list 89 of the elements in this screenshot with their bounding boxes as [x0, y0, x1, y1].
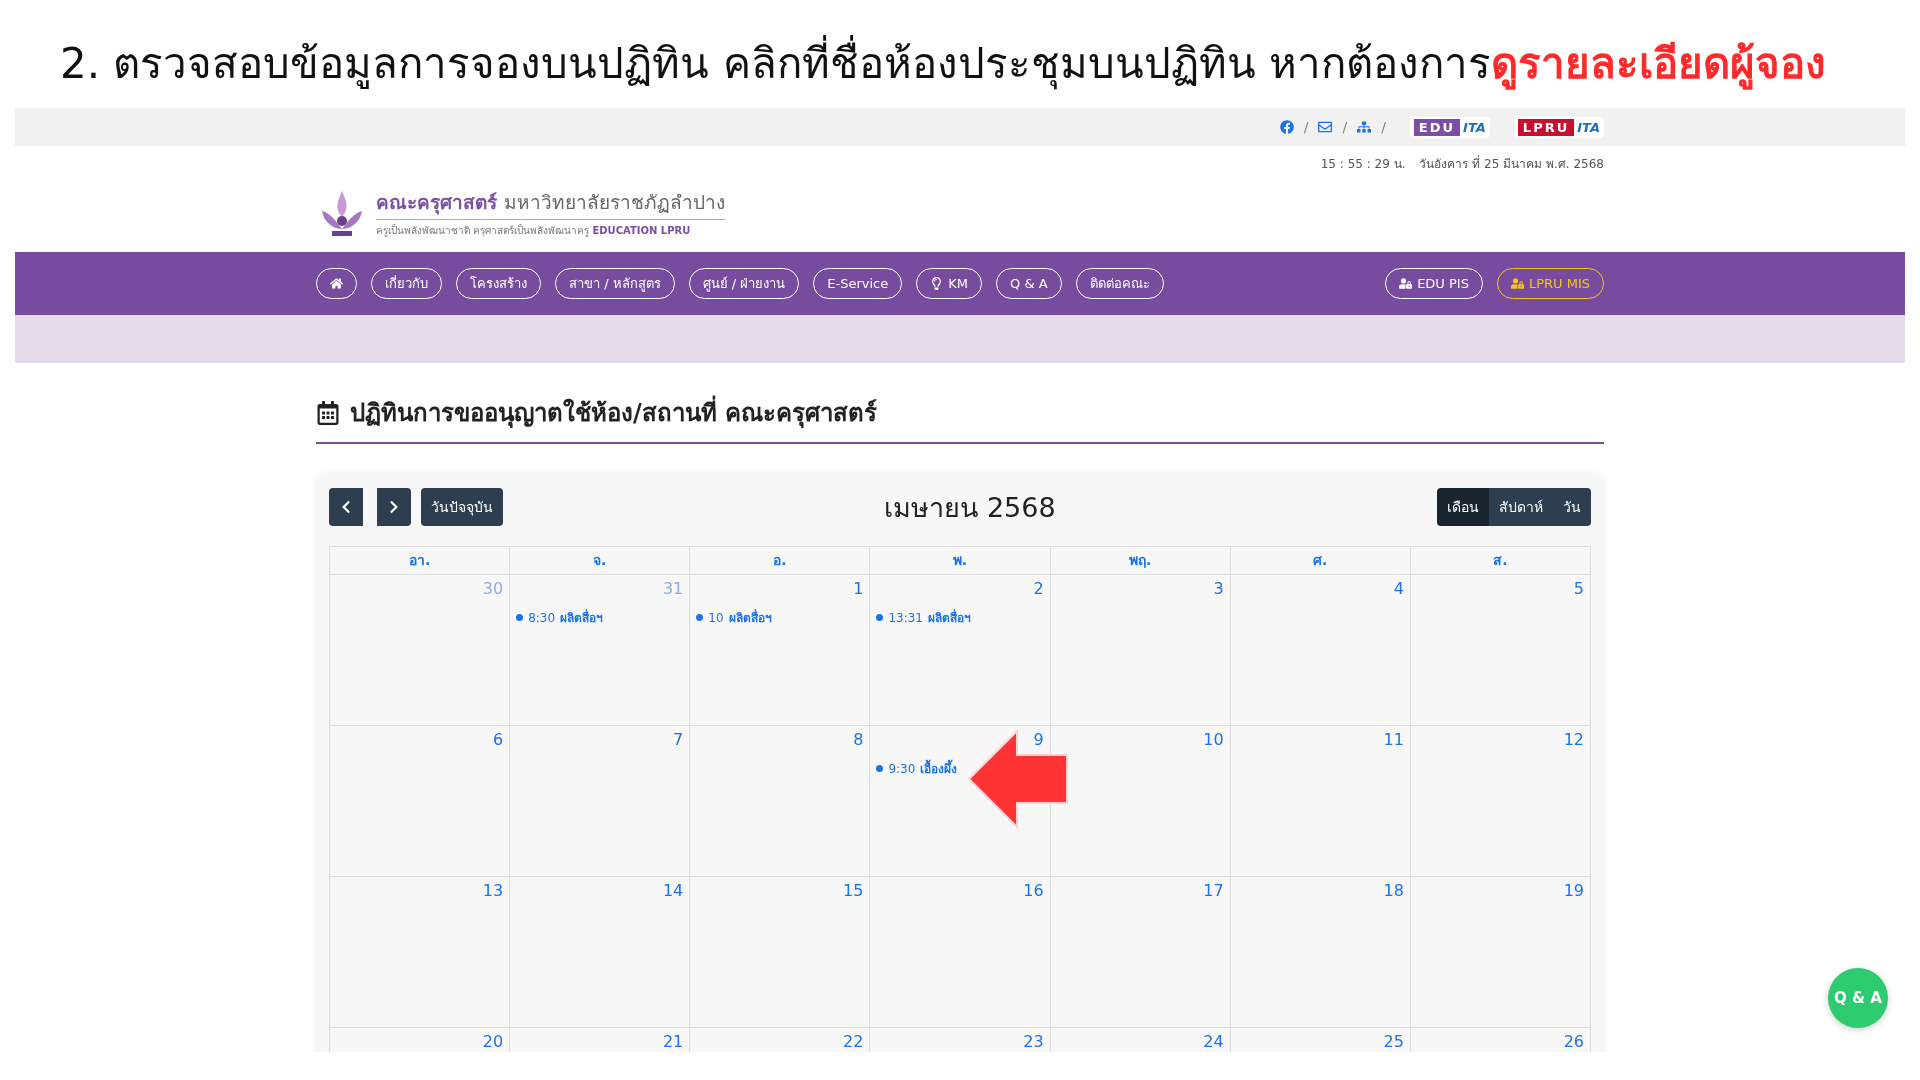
faculty-name: คณะครุศาสตร์ มหาวิทยาลัยราชภัฏลำปาง [376, 187, 725, 220]
next-button[interactable] [377, 488, 411, 526]
day-number: 9 [1033, 730, 1044, 749]
previous-button[interactable] [329, 488, 363, 526]
day-cell[interactable]: 4 [1230, 575, 1411, 726]
weekday-header: จ. [510, 547, 691, 575]
calendar-icon [316, 400, 340, 425]
sitemap-icon[interactable] [1357, 120, 1372, 134]
day-number: 30 [482, 579, 504, 598]
day-cell[interactable]: 1 10 ผลิตสื่อฯ [690, 575, 871, 726]
user-lock-icon [1399, 277, 1413, 290]
day-number: 2 [1033, 579, 1044, 598]
day-number: 5 [1573, 579, 1584, 598]
view-tab[interactable]: สัปดาห์ [1489, 488, 1553, 526]
day-number: 15 [843, 881, 864, 900]
day-number: 20 [482, 1032, 504, 1051]
day-number: 1 [853, 579, 864, 598]
day-number: 13 [482, 881, 504, 900]
page-title: ปฏิทินการขออนุญาตใช้ห้อง/สถานที่ คณะครุศาสตร์ [350, 393, 878, 432]
day-number: 17 [1203, 881, 1224, 900]
day-cell[interactable]: 21 [510, 1028, 691, 1052]
day-cell[interactable]: 17 [1050, 877, 1231, 1028]
day-cell[interactable]: 12 [1410, 726, 1591, 877]
day-cell[interactable]: 15 [690, 877, 871, 1028]
day-number: 10 [1203, 730, 1224, 749]
day-number: 11 [1383, 730, 1404, 749]
faculty-tagline: ครูเป็นพลังพัฒนาชาติ ครุศาสตร์เป็นพลังพัฒนาครู EDUCATION LPRU [376, 223, 692, 238]
day-number: 21 [662, 1032, 684, 1051]
separator-text: / [1381, 119, 1386, 135]
day-cell[interactable]: 2 13:31 ผลิตสื่อฯ [870, 575, 1051, 726]
day-cell[interactable]: 20 [330, 1028, 511, 1052]
weekday-header: ส. [1410, 547, 1591, 575]
day-number: 22 [843, 1032, 864, 1051]
day-number: 3 [1213, 579, 1224, 598]
view-tab[interactable]: วัน [1553, 488, 1591, 526]
weekday-header: อา. [330, 547, 511, 575]
day-number: 26 [1563, 1032, 1584, 1051]
day-cell[interactable]: 23 [870, 1028, 1051, 1052]
calendar-event[interactable]: 13:31 ผลิตสื่อฯ [876, 608, 971, 627]
day-number: 14 [662, 881, 684, 900]
calendar-event[interactable]: 9:30 เอื้องผึ้ง [876, 759, 958, 778]
day-cell[interactable]: 22 [690, 1028, 871, 1052]
day-number: 25 [1383, 1032, 1404, 1051]
day-number: 7 [673, 730, 684, 749]
day-number: 18 [1383, 881, 1404, 900]
day-number: 8 [853, 730, 864, 749]
separator-text: / [1342, 119, 1348, 135]
instruction-text: 2. ตรวจสอบข้อมูลการจองบนปฏิทิน คลิกที่ชื่อห้องประชุมบนปฏิทิน หากต้องการดูรายละเอียดผู้จอง [0, 0, 1920, 108]
day-number: 16 [1023, 881, 1044, 900]
ita-badge[interactable]: EDU ITA [1409, 116, 1490, 138]
view-tab[interactable]: เดือน [1437, 488, 1489, 526]
day-cell[interactable]: 11 [1230, 726, 1411, 877]
day-number: 6 [492, 730, 504, 749]
clock-text: 15 : 55 : 29 น. วันอังคาร ที่ 25 มีนาคม พ.ศ. 2568 [1320, 154, 1604, 173]
day-cell[interactable]: 5 [1410, 575, 1591, 726]
separator-text: / [1303, 119, 1309, 135]
day-number: 31 [662, 579, 684, 598]
day-cell[interactable]: 18 [1230, 877, 1411, 1028]
day-cell[interactable]: 25 [1230, 1028, 1411, 1052]
day-number: 4 [1393, 579, 1404, 598]
home-icon [330, 277, 343, 290]
day-cell[interactable]: 8 [690, 726, 871, 877]
weekday-header: อ. [690, 547, 871, 575]
facebook-icon[interactable] [1279, 120, 1294, 134]
calendar-event[interactable]: 10 ผลิตสื่อฯ [696, 608, 772, 627]
day-cell[interactable]: 3 [1050, 575, 1231, 726]
lightbulb-icon [930, 277, 944, 290]
today-button[interactable]: วันปัจจุบัน [421, 488, 503, 526]
weekday-header: พฤ. [1050, 547, 1231, 575]
day-cell[interactable]: 6 [330, 726, 511, 877]
month-title: เมษายน 2568 [883, 490, 1057, 525]
day-number: 23 [1023, 1032, 1044, 1051]
user-lock-icon [1510, 277, 1524, 290]
day-cell[interactable]: 7 [510, 726, 691, 877]
day-cell[interactable]: 19 [1410, 877, 1591, 1028]
day-cell[interactable]: 24 [1050, 1028, 1231, 1052]
day-number: 24 [1203, 1032, 1224, 1051]
weekday-header: ศ. [1230, 547, 1411, 575]
ita-badge[interactable]: LPRU ITA [1513, 116, 1604, 138]
day-cell[interactable]: 14 [510, 877, 691, 1028]
day-number: 19 [1563, 881, 1584, 900]
day-cell[interactable]: 16 [870, 877, 1051, 1028]
day-cell[interactable]: 13 [330, 877, 511, 1028]
day-cell[interactable]: 31 8:30 ผลิตสื่อฯ [510, 575, 691, 726]
mail-icon[interactable] [1318, 120, 1333, 134]
day-number: 12 [1563, 730, 1584, 749]
day-cell[interactable]: 26 [1410, 1028, 1591, 1052]
weekday-header: พ. [870, 547, 1051, 575]
calendar-event[interactable]: 8:30 ผลิตสื่อฯ [516, 608, 604, 627]
